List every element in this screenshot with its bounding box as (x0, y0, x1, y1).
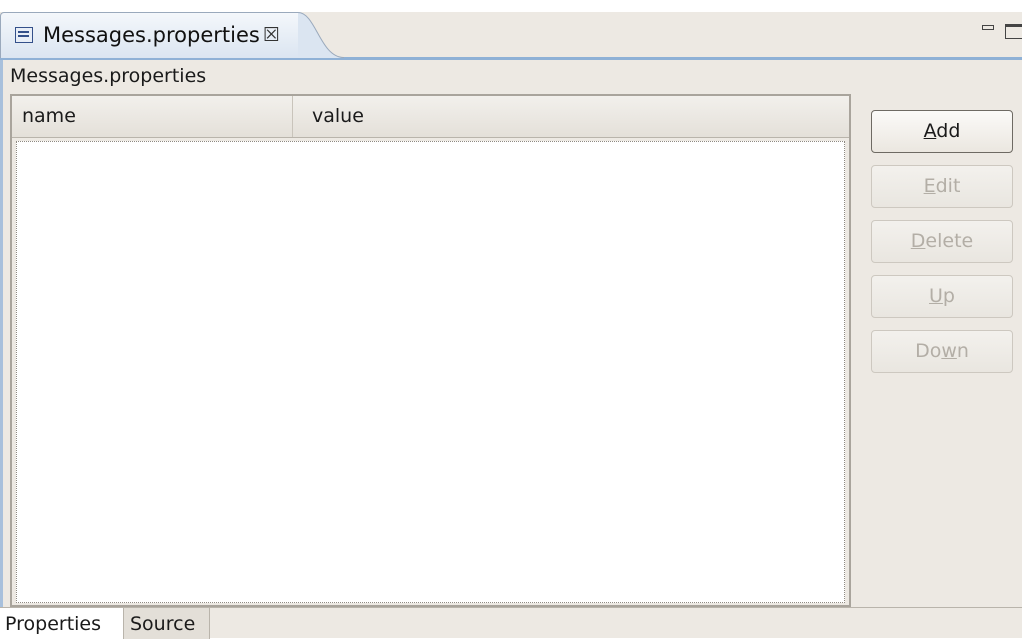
column-header-value[interactable]: value (293, 96, 849, 137)
properties-table[interactable]: name value (10, 94, 851, 607)
edit-button[interactable]: Edit (871, 165, 1013, 208)
editor-tab-bar: Messages.properties ☒ (0, 12, 1022, 60)
down-button[interactable]: Down (871, 330, 1013, 373)
editor-window: Messages.properties ☒ Messages.propertie… (0, 0, 1022, 639)
minimize-icon[interactable] (982, 25, 994, 30)
tab-source[interactable]: Source (124, 608, 210, 639)
editor-tab-title: Messages.properties (43, 23, 260, 47)
close-icon[interactable]: ☒ (263, 22, 280, 48)
maximize-icon[interactable] (1005, 24, 1022, 39)
delete-button[interactable]: Delete (871, 220, 1013, 263)
top-strip (0, 0, 1022, 12)
editor-tab[interactable]: Messages.properties ☒ (0, 12, 300, 58)
editor-page-tabs: Properties Source (0, 607, 1022, 639)
tab-properties[interactable]: Properties (0, 608, 124, 639)
table-body[interactable] (16, 141, 845, 603)
view-left-edge (0, 60, 3, 607)
tab-curve (298, 12, 344, 58)
properties-file-icon (15, 27, 33, 43)
up-button[interactable]: Up (871, 275, 1013, 318)
page-title: Messages.properties (10, 65, 207, 87)
table-header: name value (12, 96, 849, 138)
add-button[interactable]: Add (871, 110, 1013, 153)
column-header-name[interactable]: name (12, 96, 293, 137)
